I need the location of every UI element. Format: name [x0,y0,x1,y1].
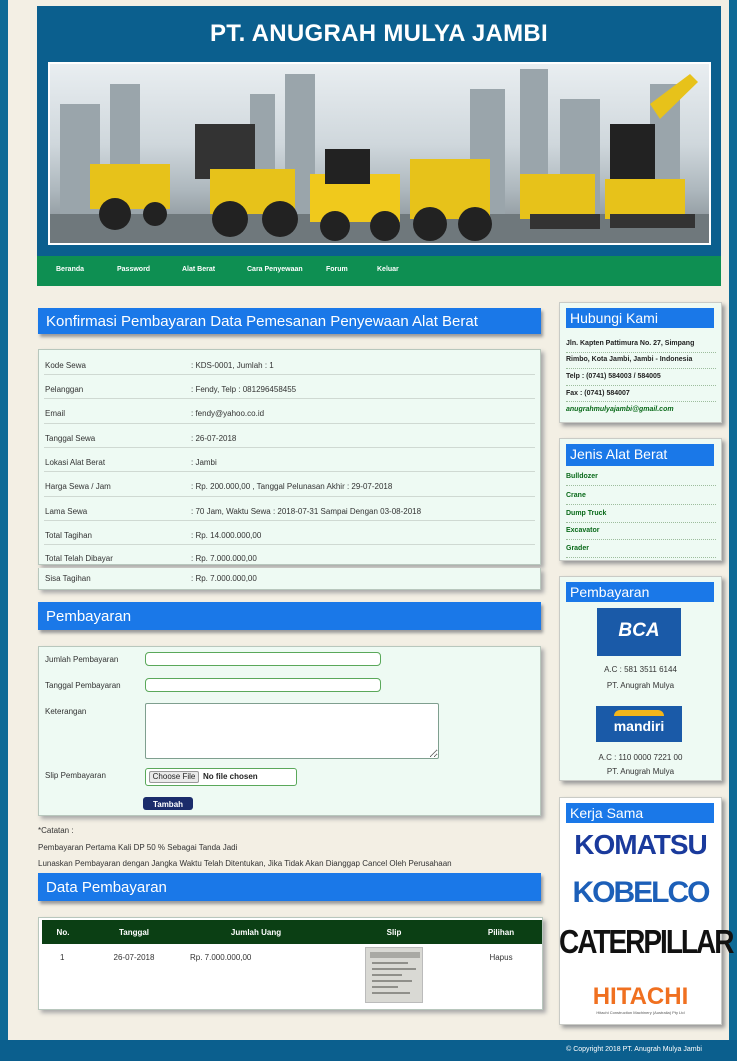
contact-address: Rimbo, Kota Jambi, Jambi - Indonesia [566,356,693,363]
payment-form-title: Pembayaran [38,602,541,630]
komatsu-logo: KOMATSU [574,829,707,860]
nav-password[interactable]: Password [117,266,150,273]
col-header: Slip [328,920,460,944]
bca-logo: BCA [597,608,681,656]
header: PT. ANUGRAH MULYA JAMBI [37,6,721,256]
note-heading: *Catatan : [38,826,74,835]
row-label: Sisa Tagihan [45,574,91,583]
bca-name: PT. Anugrah Mulya [606,681,675,690]
col-header: Tanggal [84,920,184,944]
payment-table-title: Data Pembayaran [38,873,541,901]
nav-alat-berat[interactable]: Alat Berat [182,266,215,273]
tanggal-label: Tanggal Pembayaran [45,681,121,690]
tanggal-input[interactable] [145,678,381,692]
row-label: Total Tagihan [45,531,92,540]
row-value: : Rp. 7.000.000,00 [191,574,257,583]
category-dump-truck[interactable]: Dump Truck [566,510,606,517]
col-header: No. [42,920,84,944]
cell-slip [328,944,460,1012]
note-line: Pembayaran Pertama Kali DP 50 % Sebagai … [38,843,238,852]
banner-image [48,62,711,245]
site-title: PT. ANUGRAH MULYA JAMBI [209,20,549,47]
mandiri-account: A.C : 110 0000 7221 00 [598,753,683,762]
contact-email[interactable]: anugrahmulyajambi@gmail.com [566,406,674,413]
row-value: : KDS-0001, Jumlah : 1 [191,361,274,370]
keterangan-textarea[interactable] [145,703,439,759]
contact-title: Hubungi Kami [566,308,714,328]
jumlah-input[interactable] [145,652,381,666]
bca-logo-text: BCA [618,620,660,641]
tambah-button[interactable]: Tambah [143,797,193,810]
main-nav: Beranda Password Alat Berat Cara Penyewa… [37,256,721,286]
keterangan-label: Keterangan [45,707,87,716]
hitachi-logo: HITACHI [592,983,689,1010]
caterpillar-logo: CATERPILLAR [559,922,734,960]
category-excavator[interactable]: Excavator [566,527,599,534]
row-value: : Fendy, Telp : 081296458455 [191,385,297,394]
footer: © Copyright 2018 PT. Anugrah Mulya Jambi [0,1040,737,1061]
hitachi-subtitle: Hitachi Construction Machinery (Australi… [596,1010,685,1015]
note-line: Lunaskan Pembayaran dengan Jangka Waktu … [38,859,452,868]
row-label: Lokasi Alat Berat [45,458,106,467]
col-header: Jumlah Uang [184,920,328,944]
hapus-link[interactable]: Hapus [460,944,542,1012]
payment-form: Jumlah Pembayaran Tanggal Pembayaran Ket… [38,646,541,816]
partners-title: Kerja Sama [566,803,714,823]
nav-cara-penyewaan[interactable]: Cara Penyewaan [247,266,303,273]
copyright: © Copyright 2018 PT. Anugrah Mulya Jambi [566,1046,702,1053]
row-label: Total Telah Dibayar [45,554,113,563]
payment-table: No. Tanggal Jumlah Uang Slip Pilihan 1 2… [42,920,542,1012]
row-label: Harga Sewa / Jam [45,482,111,491]
kobelco-logo: KOBELCO [572,876,711,909]
contact-fax: Fax : (0741) 584007 [566,390,630,397]
payment-info-title: Pembayaran [566,582,714,602]
row-value: : Rp. 7.000.000,00 [191,554,257,563]
row-label: Email [45,409,66,418]
mandiri-name: PT. Anugrah Mulya [606,767,675,776]
mandiri-logo-text: mandiri [613,718,665,734]
no-file-text: No file chosen [203,772,258,781]
row-value: : fendy@yahoo.co.id [191,409,265,418]
categories-title: Jenis Alat Berat [566,444,714,466]
row-label: Tanggal Sewa [45,434,96,443]
nav-forum[interactable]: Forum [326,266,348,273]
row-label: Kode Sewa [45,361,86,370]
col-header: Pilihan [460,920,542,944]
left-border [0,0,8,1040]
row-label: Pelanggan [45,385,84,394]
bca-account: A.C : 581 3511 6144 [604,665,677,674]
cell-tanggal: 26-07-2018 [113,953,155,962]
contact-address: Jln. Kapten Pattimura No. 27, Simpang [566,340,695,347]
row-label: Lama Sewa [45,507,88,516]
nav-beranda[interactable]: Beranda [56,266,84,273]
slip-label: Slip Pembayaran [45,771,106,780]
contact-telp: Telp : (0741) 584003 / 584005 [566,373,661,380]
choose-file-button[interactable]: Choose File [149,771,199,783]
payment-info-box [559,576,722,781]
category-bulldozer[interactable]: Bulldozer [566,473,598,480]
slip-thumbnail[interactable] [365,947,423,1003]
table-row: 1 26-07-2018 Rp. 7.000.000,00 Hapus [42,944,542,1012]
mandiri-logo: mandiri [596,706,682,742]
row-value: : Jambi [191,458,217,467]
confirm-box: Kode Sewa : KDS-0001, Jumlah : 1 Pelangg… [38,349,541,565]
slip-file-input[interactable]: Choose File No file chosen [145,768,297,786]
jumlah-label: Jumlah Pembayaran [45,655,119,664]
confirm-box-last: Sisa Tagihan : Rp. 7.000.000,00 [38,568,541,590]
cell-jumlah: Rp. 7.000.000,00 [190,953,252,962]
category-grader[interactable]: Grader [566,545,589,552]
row-value: : 70 Jam, Waktu Sewa : 2018-07-31 Sampai… [191,507,422,516]
right-border [729,0,737,1040]
cell-no: 1 [60,953,65,962]
confirm-title: Konfirmasi Pembayaran Data Pemesanan Pen… [38,308,541,334]
row-value: : Rp. 200.000,00 , Tanggal Pelunasan Akh… [191,482,393,491]
row-value: : Rp. 14.000.000,00 [191,531,262,540]
row-value: : 26-07-2018 [191,434,237,443]
category-crane[interactable]: Crane [566,492,586,499]
nav-keluar[interactable]: Keluar [377,266,399,273]
